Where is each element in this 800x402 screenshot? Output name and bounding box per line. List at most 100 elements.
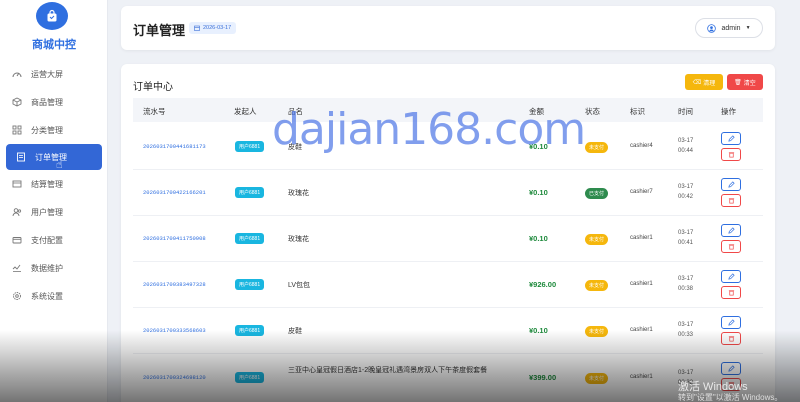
order-date: 03-17	[678, 138, 694, 144]
edit-button[interactable]	[721, 178, 741, 191]
sidebar-item-categories[interactable]: 分类管理	[0, 116, 108, 144]
order-serial[interactable]: 2026031700411750908	[143, 235, 206, 242]
card-icon	[12, 235, 22, 245]
sidebar-item-label: 商品管理	[31, 97, 63, 107]
order-serial[interactable]: 2026031700324698120	[143, 374, 206, 381]
cashier-tag: cashier1	[630, 327, 653, 333]
clear-button[interactable]: 🗑 清空	[727, 74, 763, 90]
edit-button[interactable]	[721, 132, 741, 145]
edit-button[interactable]	[721, 316, 741, 329]
status-badge: 已支付	[585, 188, 609, 199]
sidebar-item-settlement[interactable]: 结算管理	[0, 170, 108, 198]
col-initiator: 发起人	[234, 107, 257, 116]
table-row: 2026031700383497328 用户6881 LV包包 ¥926.00 …	[133, 262, 763, 308]
sidebar-item-settings[interactable]: 系统设置	[0, 282, 108, 310]
product-name: 三亚中心皇冠假日酒店1-2晚皇冠礼遇湾景房双人下午茶度假套餐	[288, 367, 488, 374]
col-actions: 操作	[721, 107, 736, 116]
cashier-tag: cashier4	[630, 143, 653, 149]
status-badge: 未支付	[585, 373, 609, 384]
delete-button[interactable]	[721, 240, 741, 253]
database-icon	[12, 263, 22, 273]
orders-title: 订单中心	[133, 82, 173, 93]
page-header: 订单管理 2026-03-17 admin ▼	[121, 6, 775, 50]
date-text: 2026-03-17	[203, 25, 232, 31]
order-date: 03-17	[678, 184, 694, 190]
user-menu-button[interactable]: admin ▼	[695, 18, 763, 38]
user-name: admin	[721, 24, 741, 32]
settlement-icon	[12, 179, 22, 189]
delete-button[interactable]	[721, 148, 741, 161]
sidebar-item-label: 分类管理	[31, 125, 63, 135]
order-serial[interactable]: 2026031700422166201	[143, 189, 206, 196]
dashboard-icon	[12, 69, 22, 79]
sidebar-item-label: 数据维护	[31, 263, 63, 273]
product-name: 玫瑰花	[288, 190, 309, 197]
edit-button[interactable]	[721, 270, 741, 283]
initiator-tag: 用户6881	[235, 372, 265, 383]
order-amount: ¥0.10	[529, 142, 548, 151]
col-status: 状态	[585, 107, 600, 116]
trash-icon	[728, 152, 734, 158]
pencil-icon	[727, 273, 735, 280]
order-clock: 00:38	[678, 286, 694, 292]
user-avatar-icon	[707, 23, 717, 33]
delete-button[interactable]	[721, 286, 741, 299]
sidebar-item-payment[interactable]: 支付配置	[0, 226, 108, 254]
cashier-tag: cashier7	[630, 189, 653, 195]
order-serial[interactable]: 2026031700383497328	[143, 281, 206, 288]
clean-button[interactable]: ⌫ 清理	[685, 74, 723, 90]
order-amount: ¥0.10	[529, 188, 548, 197]
table-row: 2026031700333568603 用户6881 皮鞋 ¥0.10 未支付 …	[133, 308, 763, 354]
order-clock: 00:42	[678, 194, 694, 200]
status-badge: 未支付	[585, 234, 609, 245]
table-header: 流水号 发起人 品名 金额 状态 标识 时间 操作	[133, 98, 763, 122]
delete-button[interactable]	[721, 332, 741, 345]
order-serial[interactable]: 2026031700441681173	[143, 143, 206, 150]
order-time: 03-17 00:38	[678, 274, 693, 294]
table-row: 2026031700324698120 用户6881 三亚中心皇冠假日酒店1-2…	[133, 354, 763, 402]
sidebar-item-orders[interactable]: 订单管理 ☝	[6, 144, 102, 171]
status-badge: 未支付	[585, 326, 609, 337]
shopping-bag-icon	[47, 9, 57, 22]
logo[interactable]	[36, 2, 68, 30]
trash-icon	[728, 290, 734, 296]
status-badge: 未支付	[585, 280, 609, 291]
order-time: 03-17 00:33	[678, 320, 693, 340]
pencil-icon	[727, 135, 735, 142]
sidebar-item-dashboard[interactable]: 运营大屏	[0, 60, 108, 88]
eraser-icon: ⌫	[692, 79, 702, 86]
initiator-tag: 用户6881	[235, 187, 265, 198]
edit-button[interactable]	[721, 362, 741, 375]
sidebar-nav: 运营大屏 商品管理 分类管理 订单管理 ☝ 结算管理 用户管理 支付配置 数据维…	[0, 60, 108, 310]
box-icon	[12, 97, 22, 107]
date-badge: 2026-03-17	[189, 22, 237, 34]
order-date: 03-17	[678, 370, 694, 376]
product-name: 皮鞋	[288, 328, 302, 335]
status-badge: 未支付	[585, 142, 609, 153]
delete-button[interactable]	[721, 194, 741, 207]
grid-icon	[12, 125, 22, 135]
table-row: 2026031700441681173 用户6881 皮鞋 ¥0.10 未支付 …	[133, 124, 763, 170]
pencil-icon	[727, 227, 735, 234]
cashier-tag: cashier1	[630, 281, 653, 287]
delete-button[interactable]	[721, 378, 741, 391]
order-serial[interactable]: 2026031700333568603	[143, 327, 206, 334]
sidebar-item-users[interactable]: 用户管理	[0, 198, 108, 226]
initiator-tag: 用户6881	[235, 141, 265, 152]
product-name: 皮鞋	[288, 144, 302, 151]
trash-icon	[728, 198, 734, 204]
order-amount: ¥926.00	[529, 280, 557, 289]
users-icon	[12, 207, 22, 217]
order-time: 03-17 00:32	[678, 368, 693, 388]
product-name: 玫瑰花	[288, 236, 309, 243]
product-name: LV包包	[288, 282, 311, 289]
document-icon	[16, 152, 26, 162]
order-time: 03-17 00:44	[678, 136, 693, 156]
sidebar-item-products[interactable]: 商品管理	[0, 88, 108, 116]
sidebar-item-label: 用户管理	[31, 207, 63, 217]
sidebar-item-data[interactable]: 数据维护	[0, 254, 108, 282]
clear-label: 清空	[743, 80, 756, 87]
order-amount: ¥0.10	[529, 234, 548, 243]
sidebar-item-label: 运营大屏	[31, 69, 63, 79]
edit-button[interactable]	[721, 224, 741, 237]
